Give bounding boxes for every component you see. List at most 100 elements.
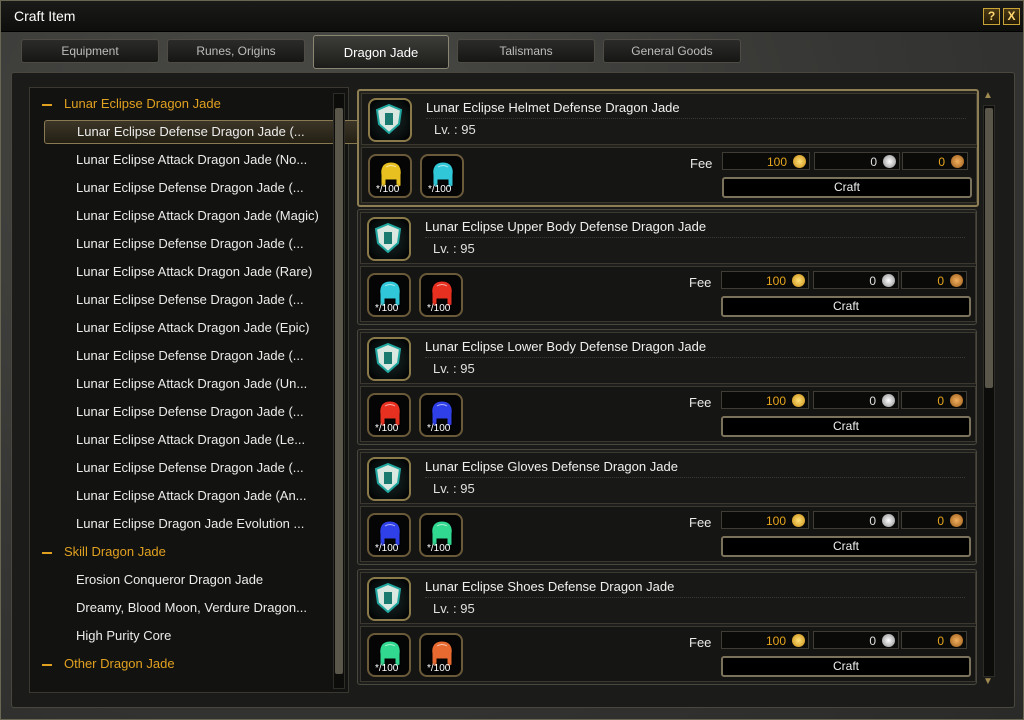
material-slot-2[interactable]: */100 xyxy=(419,513,463,557)
copper-coin-icon xyxy=(950,634,963,647)
material-slot-2[interactable]: */100 xyxy=(419,273,463,317)
recipe-header: Lunar Eclipse Shoes Defense Dragon Jade L… xyxy=(360,572,976,624)
material-count: */100 xyxy=(375,543,399,554)
dragon-jade-icon[interactable] xyxy=(367,577,411,621)
tree-item[interactable]: High Purity Core xyxy=(30,624,171,648)
craft-button[interactable]: Craft xyxy=(721,296,971,317)
fee-gold-value: 100 xyxy=(765,274,786,288)
tree-category-other[interactable]: Other Dragon Jade xyxy=(30,652,175,676)
recipe-header: Lunar Eclipse Helmet Defense Dragon Jade… xyxy=(361,93,977,145)
tree-item[interactable]: Lunar Eclipse Dragon Jade Evolution ... xyxy=(30,512,304,536)
copper-coin-icon xyxy=(950,274,963,287)
recipe-card[interactable]: Lunar Eclipse Gloves Defense Dragon Jade… xyxy=(357,449,977,565)
material-slot-1[interactable]: */100 xyxy=(367,513,411,557)
tree-item[interactable]: Lunar Eclipse Defense Dragon Jade (... xyxy=(30,456,304,480)
scroll-up-icon[interactable]: ▲ xyxy=(982,91,994,101)
divider xyxy=(425,477,965,478)
recipe-card[interactable]: Lunar Eclipse Lower Body Defense Dragon … xyxy=(357,329,977,445)
material-slot-1[interactable]: */100 xyxy=(368,154,412,198)
material-slot-1[interactable]: */100 xyxy=(367,273,411,317)
material-count: */100 xyxy=(428,184,452,195)
fee-gold: 100 xyxy=(722,152,810,170)
fee-gold: 100 xyxy=(721,511,809,529)
tree-scrollbar[interactable] xyxy=(333,93,345,689)
tree-item[interactable]: Lunar Eclipse Attack Dragon Jade (Epic) xyxy=(30,316,309,340)
window-title: Craft Item xyxy=(14,8,76,24)
recipe-level: Lv. : 95 xyxy=(433,361,475,376)
craft-button[interactable]: Craft xyxy=(721,416,971,437)
gold-coin-icon xyxy=(793,155,806,168)
tab-general-goods[interactable]: General Goods xyxy=(603,39,741,63)
recipe-card[interactable]: Lunar Eclipse Helmet Defense Dragon Jade… xyxy=(357,89,979,207)
tree-item-selected[interactable]: Lunar Eclipse Defense Dragon Jade (... xyxy=(44,120,364,144)
fee-silver: 0 xyxy=(813,511,899,529)
title-bar[interactable]: Craft Item ? X xyxy=(1,1,1023,32)
tab-talismans[interactable]: Talismans xyxy=(457,39,595,63)
recipe-level: Lv. : 95 xyxy=(433,241,475,256)
help-button[interactable]: ? xyxy=(983,8,1000,25)
tree-item[interactable]: Lunar Eclipse Attack Dragon Jade (Magic) xyxy=(30,204,319,228)
fee-silver-value: 0 xyxy=(870,155,877,169)
silver-coin-icon xyxy=(882,394,895,407)
fee-label: Fee xyxy=(689,515,712,530)
tree-scrollbar-thumb[interactable] xyxy=(335,108,343,674)
tree-category-skill[interactable]: Skill Dragon Jade xyxy=(30,540,166,564)
material-slot-2[interactable]: */100 xyxy=(419,393,463,437)
fee-silver-value: 0 xyxy=(869,514,876,528)
silver-coin-icon xyxy=(882,514,895,527)
fee-gold-value: 100 xyxy=(766,155,787,169)
tab-dragon-jade[interactable]: Dragon Jade xyxy=(313,35,449,69)
tree-item[interactable]: Erosion Conqueror Dragon Jade xyxy=(30,568,263,592)
fee-silver: 0 xyxy=(813,631,899,649)
tree-item[interactable]: Lunar Eclipse Defense Dragon Jade (... xyxy=(30,176,304,200)
dragon-jade-icon[interactable] xyxy=(367,217,411,261)
tree-category-label: Lunar Eclipse Dragon Jade xyxy=(64,96,221,111)
tab-equipment[interactable]: Equipment xyxy=(21,39,159,63)
recipe-cost: */100 */100 Fee 100 0 0 Craft xyxy=(360,626,976,682)
craft-button[interactable]: Craft xyxy=(722,177,972,198)
recipe-cost: */100 */100 Fee 100 0 0 Craft xyxy=(361,147,977,203)
tree-item[interactable]: Lunar Eclipse Attack Dragon Jade (Un... xyxy=(30,372,307,396)
material-count: */100 xyxy=(375,663,399,674)
collapse-icon xyxy=(42,663,52,666)
tree-category-label: Other Dragon Jade xyxy=(64,656,175,671)
material-slot-1[interactable]: */100 xyxy=(367,393,411,437)
close-button[interactable]: X xyxy=(1003,8,1020,25)
tree-category-lunar-eclipse[interactable]: Lunar Eclipse Dragon Jade xyxy=(30,92,221,116)
tree-item[interactable]: Lunar Eclipse Defense Dragon Jade (... xyxy=(30,288,304,312)
craft-button[interactable]: Craft xyxy=(721,656,971,677)
material-slot-2[interactable]: */100 xyxy=(419,633,463,677)
fee-copper: 0 xyxy=(901,391,967,409)
tree-item[interactable]: Lunar Eclipse Attack Dragon Jade (Le... xyxy=(30,428,305,452)
material-slot-1[interactable]: */100 xyxy=(367,633,411,677)
material-slot-2[interactable]: */100 xyxy=(420,154,464,198)
tree-item[interactable]: Lunar Eclipse Defense Dragon Jade (... xyxy=(30,344,304,368)
recipe-card[interactable]: Lunar Eclipse Upper Body Defense Dragon … xyxy=(357,209,977,325)
scroll-down-icon[interactable]: ▼ xyxy=(982,677,994,687)
recipe-scrollbar-thumb[interactable] xyxy=(985,108,993,388)
dragon-jade-icon[interactable] xyxy=(367,457,411,501)
fee-label: Fee xyxy=(689,395,712,410)
gold-coin-icon xyxy=(792,634,805,647)
fee-gold: 100 xyxy=(721,631,809,649)
recipe-level: Lv. : 95 xyxy=(434,122,476,137)
craft-button[interactable]: Craft xyxy=(721,536,971,557)
fee-copper-value: 0 xyxy=(937,634,944,648)
dragon-jade-icon[interactable] xyxy=(367,337,411,381)
tree-item[interactable]: Lunar Eclipse Defense Dragon Jade (... xyxy=(30,232,304,256)
recipe-card[interactable]: Lunar Eclipse Shoes Defense Dragon Jade L… xyxy=(357,569,977,685)
tree-item[interactable]: Lunar Eclipse Attack Dragon Jade (No... xyxy=(30,148,307,172)
dragon-jade-icon[interactable] xyxy=(368,98,412,142)
recipe-name: Lunar Eclipse Shoes Defense Dragon Jade xyxy=(425,579,675,594)
tree-item[interactable]: Lunar Eclipse Attack Dragon Jade (Rare) xyxy=(30,260,312,284)
silver-coin-icon xyxy=(882,634,895,647)
recipe-name: Lunar Eclipse Upper Body Defense Dragon … xyxy=(425,219,707,234)
material-count: */100 xyxy=(375,303,399,314)
tree-item[interactable]: Lunar Eclipse Attack Dragon Jade (An... xyxy=(30,484,307,508)
fee-gold-value: 100 xyxy=(765,394,786,408)
recipe-scrollbar[interactable] xyxy=(983,105,995,677)
tab-runes-origins[interactable]: Runes, Origins xyxy=(167,39,305,63)
tree-item[interactable]: Dreamy, Blood Moon, Verdure Dragon... xyxy=(30,596,307,620)
tree-item[interactable]: Lunar Eclipse Defense Dragon Jade (... xyxy=(30,400,304,424)
fee-label: Fee xyxy=(690,156,713,171)
